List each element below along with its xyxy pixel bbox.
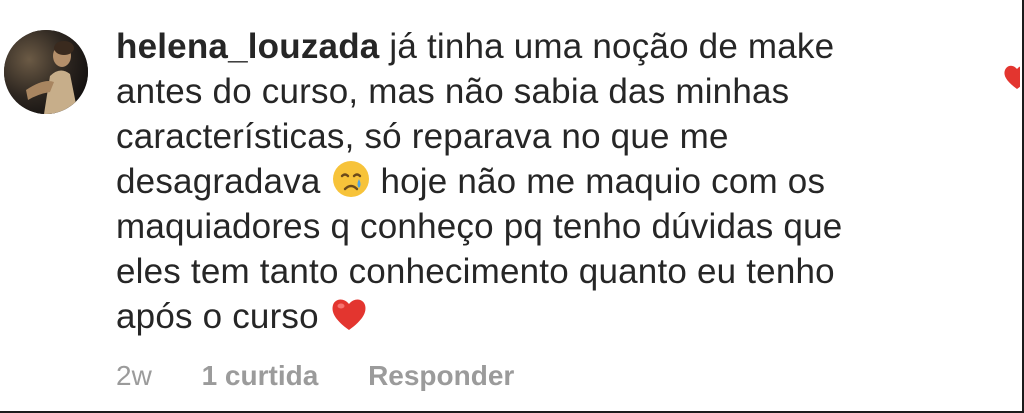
likes-count[interactable]: 1 curtida xyxy=(202,360,319,391)
comment-meta: 2w 1 curtida Responder xyxy=(116,360,514,392)
avatar[interactable] xyxy=(4,30,88,114)
like-heart-icon[interactable] xyxy=(1002,62,1020,92)
comment-line: desagradava xyxy=(116,162,321,201)
comment-text: helena_louzada já tinha uma noção de mak… xyxy=(116,24,996,339)
comment-line: antes do curso, mas não sabia das minhas xyxy=(116,72,790,111)
comment-line: já tinha uma noção de make xyxy=(389,27,835,66)
comment-line: características, só reparava no que me xyxy=(116,117,729,156)
comment-line: hoje não me maquio com os xyxy=(380,162,826,201)
red-heart-icon xyxy=(332,299,366,330)
comment-line: após o curso xyxy=(116,297,319,336)
comment-timestamp[interactable]: 2w xyxy=(116,360,152,391)
comment-line: maquiadores q conheço pq tenho dúvidas q… xyxy=(116,207,843,246)
reply-button[interactable]: Responder xyxy=(368,360,514,391)
avatar-photo xyxy=(4,30,88,114)
username-link[interactable]: helena_louzada xyxy=(116,27,379,66)
comment-line: eles tem tanto conhecimento quanto eu te… xyxy=(116,252,835,291)
crying-face-icon xyxy=(332,161,369,197)
